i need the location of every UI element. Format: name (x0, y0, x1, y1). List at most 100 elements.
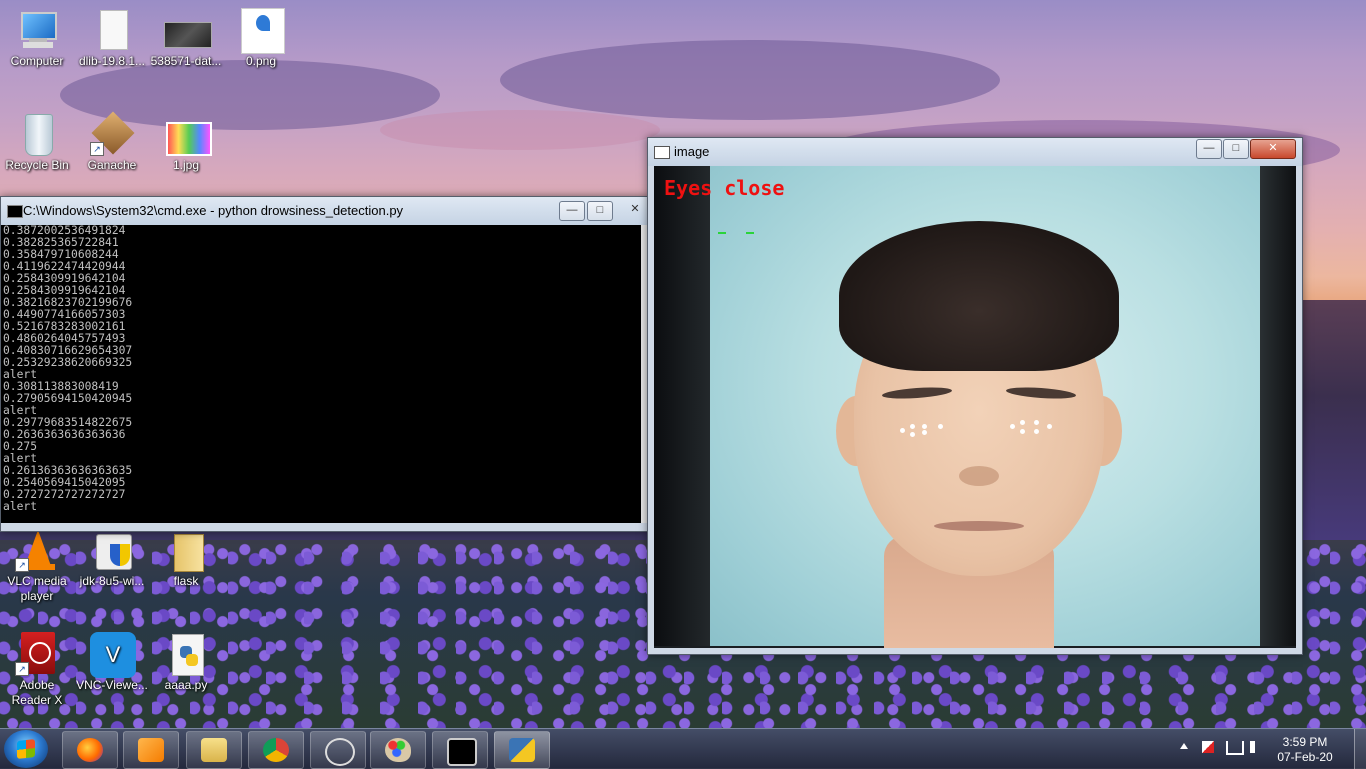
image-thumbnail-icon (239, 8, 285, 54)
desktop-icon-0png[interactable]: 0.png (224, 8, 298, 69)
image-close-button[interactable]: ✕ (1250, 139, 1296, 159)
desktop-icon-label: 1.jpg (172, 158, 200, 172)
adobe-reader-icon: ↗ (15, 632, 59, 676)
desktop-icon-jdk[interactable]: jdk-8u5-wi... (75, 528, 149, 589)
taskbar-clock[interactable]: 3:59 PM 07-Feb-20 (1272, 735, 1338, 765)
desktop-icon-computer[interactable]: Computer (0, 8, 74, 69)
taskbar-spider-app[interactable] (310, 731, 366, 769)
desktop-icon-aaaa-py[interactable]: aaaa.py (149, 632, 223, 693)
recycle-bin-icon (15, 112, 59, 156)
status-indicator (718, 232, 726, 234)
shortcut-arrow-icon: ↗ (15, 558, 29, 572)
cmd-output-line: 0.2636363636363636 (3, 428, 126, 441)
desktop-icon-label: aaaa.py (164, 678, 208, 692)
network-icon[interactable] (1226, 741, 1244, 755)
desktop-icon-label: Computer (10, 54, 64, 68)
desktop-icon-label: jdk-8u5-wi... (79, 574, 145, 588)
eye-landmark (922, 430, 927, 435)
taskbar-cmd[interactable] (432, 731, 488, 769)
eye-landmark (1020, 429, 1025, 434)
tray-show-hidden-icon[interactable] (1180, 743, 1188, 749)
image-window-icon (654, 146, 670, 159)
cmd-output-line: 0.25329238620669325 (3, 356, 133, 369)
cmd-close-button[interactable]: ✕ (623, 201, 647, 219)
desktop-icon-ganache[interactable]: ↗ Ganache (75, 111, 149, 173)
taskbar-explorer[interactable] (186, 731, 242, 769)
vnc-viewer-icon: V (90, 632, 136, 678)
file-icon (90, 8, 134, 52)
cmd-output[interactable]: 0.3872002536491824 0.382825365722841 0.3… (1, 225, 641, 523)
taskbar-firefox[interactable] (62, 731, 118, 769)
desktop-icon-1jpg[interactable]: 1.jpg (149, 112, 223, 173)
cmd-output-line: alert (3, 500, 38, 513)
taskbar-chrome[interactable] (248, 731, 304, 769)
eye-status-text: Eyes close (664, 176, 785, 200)
shortcut-arrow-icon: ↗ (15, 662, 29, 676)
image-maximize-button[interactable]: □ (1223, 139, 1249, 159)
cmd-window-icon (7, 205, 23, 218)
taskbar-media-player[interactable] (123, 731, 179, 769)
desktop-icon-vnc-viewer[interactable]: V VNC-Viewe... (75, 632, 149, 693)
desktop-icon-flask[interactable]: flask (149, 528, 223, 589)
eye-landmark (1034, 429, 1039, 434)
desktop-icon-label: Adobe Reader X (11, 678, 63, 707)
image-thumbnail-icon (164, 112, 212, 156)
explorer-folder-icon (201, 738, 227, 762)
cmd-window[interactable]: C:\Windows\System32\cmd.exe - python dro… (0, 196, 650, 532)
ganache-icon: ↗ (90, 111, 135, 156)
eye-landmark (1047, 424, 1052, 429)
cmd-icon (447, 738, 477, 766)
cmd-window-title: C:\Windows\System32\cmd.exe - python dro… (23, 203, 404, 218)
image-thumbnail-icon (164, 8, 212, 52)
paint-palette-icon (385, 738, 411, 762)
desktop-icon-label: 0.png (245, 54, 277, 68)
start-button[interactable] (4, 730, 48, 768)
desktop-icon-recycle-bin[interactable]: Recycle Bin (0, 112, 74, 173)
desktop-icon-dlib[interactable]: dlib-19.8.1... (75, 8, 149, 69)
desktop-icon-label: VNC-Viewe... (76, 678, 148, 692)
action-center-flag-icon[interactable] (1202, 741, 1214, 753)
eye-landmark (1020, 420, 1025, 425)
eye-landmark (1034, 420, 1039, 425)
taskbar: 3:59 PM 07-Feb-20 (0, 728, 1366, 769)
image-minimize-button[interactable]: — (1196, 139, 1222, 159)
show-desktop-button[interactable] (1354, 729, 1366, 769)
firefox-icon (77, 738, 103, 762)
desktop-icon-dataset[interactable]: 538571-dat... (149, 8, 223, 69)
desktop-icon-label: Ganache (87, 158, 137, 172)
desktop-icon-label: flask (173, 574, 199, 588)
eye-landmark (938, 424, 943, 429)
desktop-icon-label: Recycle Bin (5, 158, 69, 172)
desktop-icon-label: 538571-dat... (150, 54, 222, 68)
cmd-titlebar[interactable]: C:\Windows\System32\cmd.exe - python dro… (1, 197, 649, 225)
python-icon (509, 738, 535, 762)
cmd-maximize-button[interactable]: □ (587, 201, 613, 221)
cmd-minimize-button[interactable]: — (559, 201, 585, 221)
desktop-icon-label: VLC media player (7, 574, 67, 603)
eye-landmark (910, 432, 915, 437)
webcam-frame: Eyes close (654, 166, 1296, 648)
shortcut-arrow-icon: ↗ (90, 142, 104, 156)
desktop-icon-vlc[interactable]: ↗ VLC media player (0, 528, 74, 604)
taskbar-python[interactable] (494, 731, 550, 769)
eye-landmark (900, 428, 905, 433)
clock-date: 07-Feb-20 (1277, 750, 1333, 764)
hair-image (839, 221, 1119, 371)
windows-logo-icon (17, 739, 35, 759)
image-titlebar[interactable]: image — □ ✕ (648, 138, 1302, 166)
image-window-title: image (674, 144, 710, 159)
folder-icon (164, 528, 208, 572)
eye-landmark (1010, 424, 1015, 429)
volume-icon[interactable] (1250, 741, 1262, 753)
chrome-icon (263, 738, 289, 762)
cmd-output-line: 0.275 (3, 440, 38, 453)
taskbar-paint[interactable] (370, 731, 426, 769)
media-player-icon (138, 738, 164, 762)
eye-landmark (922, 424, 927, 429)
image-window[interactable]: image — □ ✕ Eyes close (647, 137, 1303, 655)
spider-app-icon (325, 738, 355, 766)
desktop-icon-adobe-reader[interactable]: ↗ Adobe Reader X (0, 632, 74, 708)
python-file-icon (164, 632, 208, 676)
java-installer-icon (90, 528, 134, 572)
cmd-output-line: 0.27905694150420945 (3, 392, 133, 405)
